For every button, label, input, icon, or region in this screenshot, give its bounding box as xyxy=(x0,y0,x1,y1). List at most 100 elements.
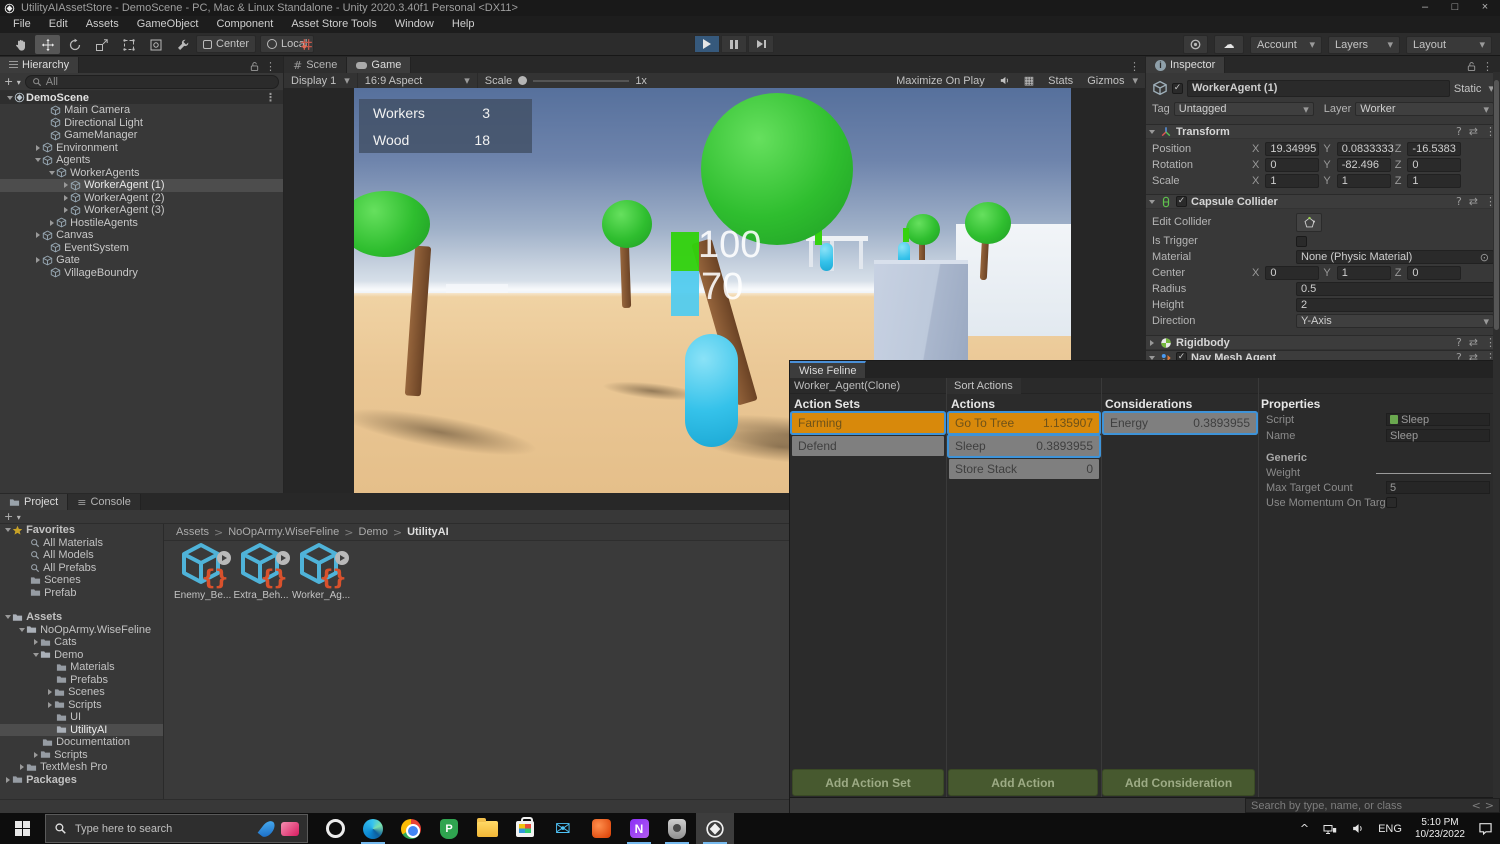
rect-tool-icon[interactable] xyxy=(116,35,141,54)
chevron-left-icon[interactable]: < xyxy=(1472,799,1481,812)
layout-dropdown[interactable]: Layout▾ xyxy=(1406,36,1492,54)
taskbar-app-purple-n[interactable]: N xyxy=(620,813,658,844)
inspector-search-input[interactable]: Search by type, name, or class < > xyxy=(1245,798,1500,813)
lock-icon[interactable] xyxy=(1466,61,1477,72)
help-icon[interactable]: ? xyxy=(1456,336,1462,349)
position-x-field[interactable]: 19.34995 xyxy=(1265,142,1319,156)
kebab-menu-icon[interactable]: ⋮ xyxy=(1124,60,1145,73)
expand-arrow-icon[interactable] xyxy=(5,528,11,532)
tray-show-hidden-icons[interactable]: ^ xyxy=(1293,813,1316,844)
expand-arrow-icon[interactable] xyxy=(1149,130,1155,134)
rigidbody-header[interactable]: Rigidbody ?⇄⋮ xyxy=(1146,335,1500,350)
transform-component-header[interactable]: Transform ?⇄⋮ xyxy=(1146,124,1500,139)
account-dropdown[interactable]: Account▾ xyxy=(1250,36,1322,54)
presets-icon[interactable]: ⇄ xyxy=(1469,125,1478,138)
asset-item[interactable]: { } Extra_Beh... xyxy=(233,542,289,601)
network-icon[interactable] xyxy=(1316,813,1344,844)
action-item[interactable]: Store Stack0 xyxy=(949,459,1099,479)
maximize-button[interactable]: □ xyxy=(1440,0,1470,16)
project-tree-item[interactable]: Materials xyxy=(0,661,163,674)
project-tree-item[interactable]: TextMesh Pro xyxy=(0,761,163,774)
taskbar-app-chrome[interactable] xyxy=(392,813,430,844)
taskbar-app-unity[interactable] xyxy=(696,813,734,844)
add-action-button[interactable]: Add Action xyxy=(948,769,1098,796)
play-button[interactable] xyxy=(694,35,720,53)
expand-arrow-icon[interactable] xyxy=(48,689,52,695)
minimize-button[interactable]: – xyxy=(1410,0,1440,16)
stats-toggle[interactable]: Stats xyxy=(1041,73,1080,89)
hierarchy-item[interactable]: WorkerAgent (2) xyxy=(0,192,283,205)
hierarchy-item[interactable]: EventSystem xyxy=(0,242,283,255)
close-button[interactable]: × xyxy=(1470,0,1500,16)
rotation-x-field[interactable]: 0 xyxy=(1265,158,1319,172)
active-checkbox[interactable]: ✓ xyxy=(1172,83,1183,94)
plastic-scm-icon[interactable] xyxy=(1183,35,1208,54)
chevron-right-icon[interactable]: > xyxy=(1485,799,1494,812)
menu-gameobject[interactable]: GameObject xyxy=(128,16,208,33)
expand-arrow-icon[interactable] xyxy=(35,158,41,162)
presets-icon[interactable]: ⇄ xyxy=(1469,336,1478,349)
action-set-item[interactable]: Defend xyxy=(792,436,944,456)
taskbar-app-office[interactable] xyxy=(582,813,620,844)
expand-arrow-icon[interactable] xyxy=(7,96,13,100)
expand-arrow-icon[interactable] xyxy=(64,182,68,188)
hierarchy-item[interactable]: WorkerAgent (3) xyxy=(0,204,283,217)
object-name-field[interactable]: WorkerAgent (1) xyxy=(1187,80,1450,97)
component-enabled-checkbox[interactable]: ✓ xyxy=(1176,196,1187,207)
menu-assets[interactable]: Assets xyxy=(77,16,128,33)
taskbar-app-gray-shield[interactable] xyxy=(658,813,696,844)
expand-arrow-icon[interactable] xyxy=(34,752,38,758)
hierarchy-item[interactable]: Environment xyxy=(0,142,283,155)
scale-slider-track[interactable] xyxy=(533,80,629,82)
volume-icon[interactable] xyxy=(1344,813,1371,844)
capsule-collider-header[interactable]: ✓ Capsule Collider ?⇄⋮ xyxy=(1146,194,1500,209)
action-set-item[interactable]: Farming xyxy=(792,413,944,433)
aspect-dropdown[interactable]: 16:9 Aspect▾ xyxy=(358,73,478,89)
start-button[interactable] xyxy=(0,813,45,844)
expand-arrow-icon[interactable] xyxy=(34,639,38,645)
scale-slider-thumb[interactable] xyxy=(518,76,527,85)
help-icon[interactable]: ? xyxy=(1456,125,1462,138)
move-tool-icon[interactable] xyxy=(35,35,60,54)
expand-arrow-icon[interactable] xyxy=(64,207,68,213)
consideration-item[interactable]: Energy0.3893955 xyxy=(1104,413,1256,433)
step-button[interactable] xyxy=(748,35,774,53)
expand-arrow-icon[interactable] xyxy=(36,257,40,263)
tab-inspector[interactable]: i Inspector xyxy=(1146,57,1225,73)
is-trigger-checkbox[interactable] xyxy=(1296,236,1307,247)
taskbar-app-edge[interactable] xyxy=(354,813,392,844)
favorites-root[interactable]: Favorites xyxy=(0,524,163,537)
tab-scene[interactable]: # Scene xyxy=(284,57,347,73)
tab-wise-feline[interactable]: Wise Feline xyxy=(790,361,866,378)
add-consideration-button[interactable]: Add Consideration xyxy=(1102,769,1255,796)
action-item[interactable]: Go To Tree1.135907 xyxy=(949,413,1099,433)
expand-arrow-icon[interactable] xyxy=(1150,340,1154,346)
script-field[interactable]: Sleep xyxy=(1386,413,1490,426)
expand-arrow-icon[interactable] xyxy=(48,702,52,708)
hand-tool-icon[interactable] xyxy=(8,35,33,54)
project-tree-item[interactable]: Prefabs xyxy=(0,674,163,687)
add-action-set-button[interactable]: Add Action Set xyxy=(792,769,944,796)
menu-asset-store-tools[interactable]: Asset Store Tools xyxy=(282,16,385,33)
breadcrumb-item[interactable]: Demo xyxy=(359,526,388,538)
taskbar-app-opera[interactable] xyxy=(316,813,354,844)
project-tree-item[interactable]: Packages xyxy=(0,774,163,787)
breadcrumb-item-current[interactable]: UtilityAI xyxy=(407,526,449,538)
breadcrumb-item[interactable]: Assets xyxy=(176,526,209,538)
expand-arrow-icon[interactable] xyxy=(1149,200,1155,204)
taskbar-app-store[interactable] xyxy=(506,813,544,844)
gizmos-dropdown[interactable]: Gizmos▾ xyxy=(1080,73,1145,89)
center-x-field[interactable]: 0 xyxy=(1265,266,1319,280)
scale-y-field[interactable]: 1 xyxy=(1337,174,1391,188)
hierarchy-item[interactable]: Main Camera xyxy=(0,104,283,117)
favorite-item[interactable]: All Models xyxy=(0,549,163,562)
help-icon[interactable]: ? xyxy=(1456,195,1462,208)
hierarchy-item[interactable]: WorkerAgents xyxy=(0,167,283,180)
create-asset-button[interactable]: + ▾ xyxy=(4,510,21,523)
hierarchy-item-selected[interactable]: WorkerAgent (1) xyxy=(0,179,283,192)
momentum-checkbox[interactable] xyxy=(1386,497,1397,508)
favorite-item[interactable]: All Materials xyxy=(0,537,163,550)
mute-audio-toggle[interactable] xyxy=(992,73,1017,89)
asset-item[interactable]: { } Worker_Ag... xyxy=(292,542,348,601)
menu-component[interactable]: Component xyxy=(207,16,282,33)
